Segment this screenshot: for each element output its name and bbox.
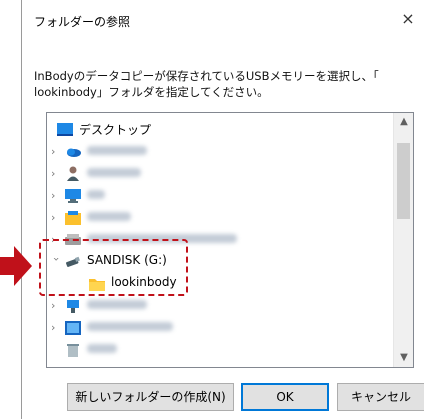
chevron-right-icon[interactable]: › <box>51 166 61 182</box>
title-bar: フォルダーの参照 × <box>22 0 424 38</box>
highlight-box <box>39 239 188 296</box>
redacted-label <box>87 212 131 221</box>
chevron-right-icon[interactable]: › <box>51 298 61 314</box>
scroll-down-button[interactable]: ▼ <box>394 349 413 367</box>
folder-browse-dialog: フォルダーの参照 × InBodyのデータコピーが保存されているUSBメモリーを… <box>21 0 424 419</box>
tree-item-label: デスクトップ <box>79 123 152 137</box>
recycle-bin-icon <box>65 343 81 357</box>
tree-item-recycle-bin[interactable] <box>47 339 393 361</box>
chevron-right-icon[interactable]: › <box>51 320 61 336</box>
tree-item-network[interactable]: › <box>47 295 393 317</box>
tree-item-library[interactable]: › <box>47 207 393 229</box>
tree-item-control-panel[interactable]: › <box>47 317 393 339</box>
network-icon <box>65 299 81 313</box>
user-icon <box>65 166 81 181</box>
redacted-label <box>87 322 173 331</box>
redacted-label <box>87 300 147 309</box>
redacted-label <box>87 168 141 177</box>
tree-item-onedrive[interactable]: › <box>47 141 393 163</box>
new-folder-button[interactable]: 新しいフォルダーの作成(N) <box>67 383 234 411</box>
redacted-label <box>87 344 117 353</box>
instructions-text: InBodyのデータコピーが保存されているUSBメモリーを選択し、「 looki… <box>34 68 379 100</box>
instructions-line-2: lookinbody」フォルダを指定してください。 <box>34 85 269 99</box>
tree-item-desktop[interactable]: デスクトップ <box>47 119 393 141</box>
library-icon <box>65 211 81 225</box>
chevron-right-icon[interactable]: › <box>51 144 61 160</box>
pointer-arrow <box>0 246 32 286</box>
redacted-label <box>87 146 147 155</box>
vertical-scrollbar[interactable]: ▲ ▼ <box>393 113 413 367</box>
scroll-up-button[interactable]: ▲ <box>394 113 413 131</box>
instructions-line-1: InBodyのデータコピーが保存されているUSBメモリーを選択し、「 <box>34 69 379 83</box>
scroll-thumb[interactable] <box>397 143 410 219</box>
pc-icon <box>65 189 81 203</box>
onedrive-icon <box>65 145 81 159</box>
redacted-label <box>87 190 105 199</box>
tree-item-pc[interactable]: › <box>47 185 393 207</box>
cancel-button[interactable]: キャンセル <box>337 383 424 411</box>
tree-item-user[interactable]: › <box>47 163 393 185</box>
ok-button[interactable]: OK <box>241 383 329 411</box>
control-panel-icon <box>65 321 81 335</box>
close-button[interactable]: × <box>399 10 417 28</box>
dialog-title: フォルダーの参照 <box>34 15 131 29</box>
desktop-icon <box>57 123 73 137</box>
chevron-right-icon[interactable]: › <box>51 210 61 226</box>
chevron-right-icon[interactable]: › <box>51 188 61 204</box>
